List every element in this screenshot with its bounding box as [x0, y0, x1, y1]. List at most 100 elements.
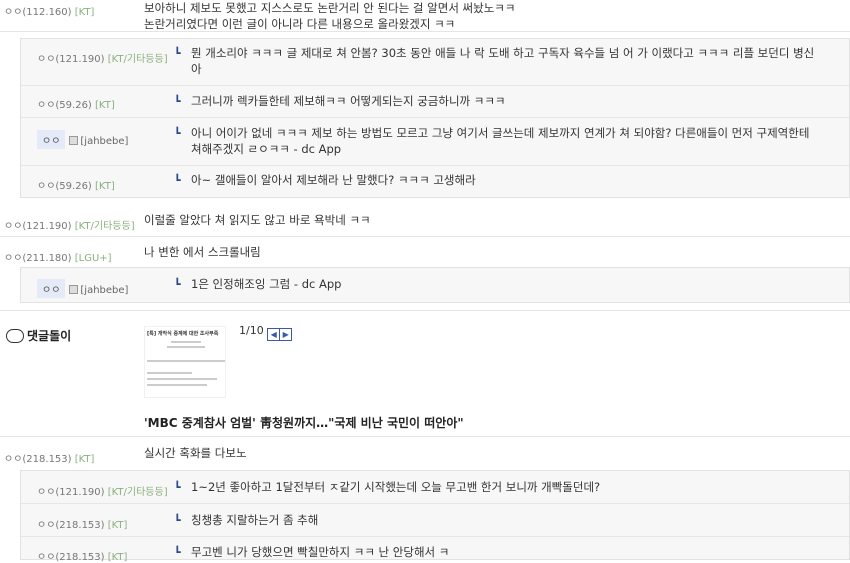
writer-ip: ㅇㅇ(59.26) — [37, 100, 92, 111]
page-indicator: 1/10 — [239, 324, 264, 337]
writer-carrier: [KT] — [107, 552, 128, 563]
comment-text: 보아하니 제보도 못했고 지스스로도 논란거리 안 된다는 걸 알면서 써놨노ㅋ… — [144, 0, 515, 32]
reply-item: ㅇㅇ(218.153) [KT] ┗ 칭챙총 지랄하는거 좀 추해 — [21, 504, 850, 537]
reply-line: 뭔 개소리야 ㅋㅋㅋ 글 제대로 쳐 안봄? 30초 동안 애들 나 락 도배 … — [191, 46, 815, 60]
reply-line: 무고벤 니가 당했으면 빡칠만하지 ㅋㅋ 난 안당해서 ㅋ — [191, 545, 450, 559]
comment-text: 실시간 혹화를 다보노 — [144, 445, 247, 461]
news-headline[interactable]: 'MBC 중계참사 엄벌' 靑청원까지…"국제 비난 국민이 떠안아" — [144, 414, 464, 431]
smile-icon — [6, 329, 24, 343]
reply-line: 쳐해주겠지 ㄹㅇㅋㅋ - dc App — [191, 142, 342, 156]
reply-text: 1~2년 좋아하고 1달전부터 ㅈ같기 시작했는데 오늘 무고밴 한거 보니까 … — [191, 479, 600, 495]
reply-item: ㅇㅇ(59.26) [KT] ┗ 그러니까 렉카들한테 제보해ㅋㅋ 어떻게되는지… — [21, 86, 850, 118]
reply-item: ㅇㅇ [jahbebe] ┗ 아니 어이가 없네 ㅋㅋㅋ 제보 하는 방법도 모르… — [21, 118, 850, 166]
writer-carrier: [KT] — [74, 454, 95, 465]
reply-item: ㅇㅇ [jahbebe] ┗ 1은 인정해조잉 그럼 - dc App — [21, 268, 850, 302]
gallery-icon — [69, 136, 79, 145]
writer-ip: ㅇㅇ(121.190) — [4, 221, 72, 232]
writer-carrier: [KT/기타등등] — [107, 54, 168, 65]
reply-list: ㅇㅇ(121.190) [KT/기타등등] ┗ 1~2년 좋아하고 1달전부터 … — [20, 470, 850, 563]
reply-item: ㅇㅇ(121.190) [KT/기타등등] ┗ 1~2년 좋아하고 1달전부터 … — [21, 471, 850, 504]
writer-ip: ㅇㅇ(121.190) — [37, 54, 105, 65]
reply-arrow-icon: ┗ — [174, 174, 181, 187]
reply-writer[interactable]: ㅇㅇ [jahbebe] — [37, 279, 128, 298]
news-pager: 1/10 ◀ ▶ — [239, 324, 293, 341]
writer-carrier: [KT] — [107, 520, 128, 531]
writer-nick: ㅇㅇ — [37, 130, 66, 149]
reply-arrow-icon: ┗ — [174, 95, 181, 108]
bot-label: 댓글돌이 — [6, 327, 71, 344]
next-arrow-icon[interactable]: ▶ — [279, 328, 293, 341]
writer-ip: ㅇㅇ(218.153) — [37, 552, 105, 563]
reply-writer[interactable]: ㅇㅇ(59.26) [KT] — [37, 96, 115, 111]
reply-line: 아~ 갤애들이 알아서 제보해라 난 말했다? ㅋㅋㅋ 고생해라 — [191, 173, 476, 187]
comment: ㅇㅇ(218.153) [KT] 실시간 혹화를 다보노 — [0, 438, 850, 468]
comment-text: 이럴줄 알았다 쳐 읽지도 않고 바로 욕박네 ㅋㅋ — [144, 212, 371, 228]
bot-name: 댓글돌이 — [27, 329, 72, 343]
reply-text: 무고벤 니가 당했으면 빡칠만하지 ㅋㅋ 난 안당해서 ㅋ — [191, 544, 449, 560]
reply-writer[interactable]: ㅇㅇ(218.153) [KT] — [37, 516, 127, 531]
thumb-title: [특] 개막식 중계에 대한 조사부족 — [147, 331, 219, 337]
thumb-line — [147, 360, 225, 362]
comment: ㅇㅇ(112.160) [KT] 보아하니 제보도 못했고 지스스로도 논란거리… — [0, 0, 850, 32]
writer-carrier: [KT/기타등등] — [74, 221, 135, 232]
writer-ip: ㅇㅇ(59.26) — [37, 181, 92, 192]
news-thumbnail[interactable]: [특] 개막식 중계에 대한 조사부족 — [144, 326, 226, 398]
writer-carrier: [KT] — [74, 7, 95, 18]
writer-carrier: [LGU+] — [74, 253, 112, 264]
comment-line: 이럴줄 알았다 쳐 읽지도 않고 바로 욕박네 ㅋㅋ — [144, 213, 371, 227]
reply-item: ㅇㅇ(121.190) [KT/기타등등] ┗ 뭔 개소리야 ㅋㅋㅋ 글 제대로… — [21, 39, 850, 86]
reply-arrow-icon: ┗ — [174, 546, 181, 559]
writer-id: [jahbebe] — [80, 136, 129, 147]
comment-line: 나 변한 에서 스크롤내림 — [144, 245, 261, 259]
reply-line: 칭챙총 지랄하는거 좀 추해 — [191, 513, 319, 527]
writer-ip: ㅇㅇ(112.160) — [4, 7, 72, 18]
writer-carrier: [KT] — [95, 100, 115, 111]
thumb-line — [147, 372, 192, 374]
reply-item: ㅇㅇ(218.153) [KT] ┗ 무고벤 니가 당했으면 빡칠만하지 ㅋㅋ … — [21, 537, 850, 563]
thumb-line — [171, 341, 201, 343]
reply-writer[interactable]: ㅇㅇ(59.26) [KT] — [37, 177, 115, 192]
reply-text: 아~ 갤애들이 알아서 제보해라 난 말했다? ㅋㅋㅋ 고생해라 — [191, 172, 476, 188]
reply-list: ㅇㅇ [jahbebe] ┗ 1은 인정해조잉 그럼 - dc App — [20, 267, 850, 303]
comment: ㅇㅇ(211.180) [LGU+] 나 변한 에서 스크롤내림 — [0, 237, 850, 265]
writer-id: [jahbebe] — [80, 285, 129, 296]
comment-line: 논란거리였다면 이런 글이 아니라 다른 내용으로 올라왔겠지 ㅋㅋ — [144, 17, 456, 31]
reply-line: 그러니까 렉카들한테 제보해ㅋㅋ 어떻게되는지 궁금하니까 ㅋㅋㅋ — [191, 94, 506, 108]
reply-writer[interactable]: ㅇㅇ [jahbebe] — [37, 130, 128, 149]
thumb-line — [147, 384, 207, 386]
comment: ㅇㅇ(121.190) [KT/기타등등] 이럴줄 알았다 쳐 읽지도 않고 바… — [0, 204, 850, 237]
thumb-line — [147, 378, 217, 380]
writer-carrier: [KT/기타등등] — [107, 487, 168, 498]
reply-line: 1은 인정해조잉 그럼 - dc App — [191, 277, 342, 291]
reply-line: 1~2년 좋아하고 1달전부터 ㅈ같기 시작했는데 오늘 무고밴 한거 보니까 … — [191, 480, 601, 494]
reply-arrow-icon: ┗ — [174, 481, 181, 494]
comment-writer[interactable]: ㅇㅇ(112.160) [KT] — [4, 3, 94, 18]
reply-line: 아 — [191, 62, 202, 76]
writer-ip: ㅇㅇ(211.180) — [4, 253, 72, 264]
comment-writer[interactable]: ㅇㅇ(211.180) [LGU+] — [4, 249, 112, 264]
reply-text: 그러니까 렉카들한테 제보해ㅋㅋ 어떻게되는지 궁금하니까 ㅋㅋㅋ — [191, 93, 506, 109]
reply-arrow-icon: ┗ — [174, 127, 181, 140]
thumb-line — [167, 346, 205, 348]
reply-writer[interactable]: ㅇㅇ(121.190) [KT/기타등등] — [37, 483, 168, 498]
comment-writer[interactable]: ㅇㅇ(218.153) [KT] — [4, 450, 94, 465]
comment-line: 실시간 혹화를 다보노 — [144, 446, 247, 460]
comment-writer[interactable]: ㅇㅇ(121.190) [KT/기타등등] — [4, 217, 135, 232]
reply-text: 뭔 개소리야 ㅋㅋㅋ 글 제대로 쳐 안봄? 30초 동안 애들 나 락 도배 … — [191, 45, 814, 77]
reply-line: 아니 어이가 없네 ㅋㅋㅋ 제보 하는 방법도 모르고 그냥 여기서 글쓰는데 … — [191, 126, 810, 140]
reply-text: 아니 어이가 없네 ㅋㅋㅋ 제보 하는 방법도 모르고 그냥 여기서 글쓰는데 … — [191, 125, 809, 157]
reply-arrow-icon: ┗ — [174, 278, 181, 291]
writer-ip: ㅇㅇ(218.153) — [4, 454, 72, 465]
reply-writer[interactable]: ㅇㅇ(121.190) [KT/기타등등] — [37, 50, 168, 65]
gallery-icon — [69, 285, 79, 294]
comment-text: 나 변한 에서 스크롤내림 — [144, 244, 261, 260]
reply-text: 1은 인정해조잉 그럼 - dc App — [191, 276, 341, 292]
writer-carrier: [KT] — [95, 181, 115, 192]
writer-nick: ㅇㅇ — [37, 279, 66, 298]
reply-arrow-icon: ┗ — [174, 47, 181, 60]
reply-arrow-icon: ┗ — [174, 514, 181, 527]
reply-list: ㅇㅇ(121.190) [KT/기타등등] ┗ 뭔 개소리야 ㅋㅋㅋ 글 제대로… — [20, 38, 850, 198]
reply-item: ㅇㅇ(59.26) [KT] ┗ 아~ 갤애들이 알아서 제보해라 난 말했다?… — [21, 166, 850, 198]
writer-ip: ㅇㅇ(121.190) — [37, 487, 105, 498]
comment-line: 보아하니 제보도 못했고 지스스로도 논란거리 안 된다는 걸 알면서 써놨노ㅋ… — [144, 1, 516, 15]
